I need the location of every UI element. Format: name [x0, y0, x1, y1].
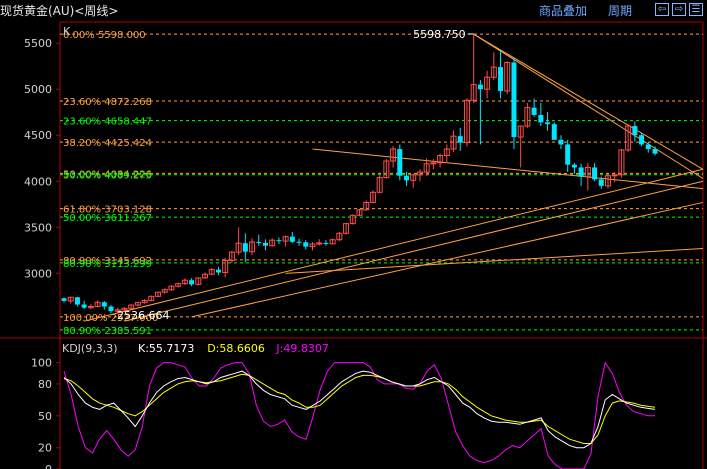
- high-price-label: 5598.750: [413, 28, 466, 41]
- candle-body: [276, 240, 282, 242]
- trendline: [285, 247, 704, 274]
- candle-body: [61, 298, 67, 301]
- candle-body: [652, 149, 658, 154]
- fib-level-label: 50.00% 3611.267: [63, 213, 152, 224]
- candle-body: [531, 107, 537, 115]
- candle-body: [256, 242, 262, 244]
- trendline: [312, 148, 704, 190]
- kdj-y-axis: 0 20 50 80 100: [31, 357, 60, 469]
- fib-level-label: 23.60% 4872.268: [63, 97, 152, 108]
- candle-body: [296, 241, 302, 243]
- chart-frame: [0, 21, 707, 469]
- chart-canvas[interactable]: 3000 3500 4000 4500 5000 5500 0.00% 5598.000 2…: [0, 0, 707, 469]
- candle-body: [108, 306, 114, 312]
- candle-body: [598, 179, 604, 186]
- candle-body: [323, 242, 329, 244]
- kdj-tick-label: 100: [31, 357, 52, 370]
- candle-body: [498, 67, 504, 92]
- candle-body: [74, 297, 80, 305]
- fib-level-label: 0.00% 5598.000: [63, 30, 146, 41]
- candle-body: [430, 162, 437, 165]
- candle-body: [611, 174, 618, 177]
- candle-body: [457, 136, 463, 143]
- candle-body: [565, 144, 571, 165]
- price-tick-label: 3500: [24, 221, 52, 234]
- kdj-line-d: [63, 373, 656, 444]
- candle-body: [578, 167, 584, 177]
- kdj-line-j: [63, 361, 655, 469]
- trendline: [473, 33, 704, 179]
- candle-body: [592, 167, 598, 180]
- candle-body: [189, 280, 195, 285]
- price-y-axis: 3000 3500 4000 4500 5000 5500: [24, 37, 60, 280]
- fib-level-label: 80.90% 2385.591: [63, 326, 152, 337]
- trendline: [84, 168, 704, 322]
- candle-body: [545, 122, 551, 125]
- price-tick-label: 5000: [24, 83, 52, 96]
- trendline: [124, 180, 704, 322]
- trendline: [473, 33, 704, 170]
- candle-body: [477, 84, 483, 90]
- kdj-legend-entry: K:55.7173: [138, 342, 194, 355]
- price-tick-label: 3000: [24, 267, 52, 280]
- candle-body: [639, 135, 645, 145]
- kdj-indicator: KDJ(9,3,3) K:55.7173 D:58.6606 J:49.8307: [62, 342, 656, 469]
- candle-body: [632, 126, 638, 136]
- price-tick-label: 4500: [24, 129, 52, 142]
- candle-body: [81, 304, 87, 308]
- price-tick-label: 4000: [24, 175, 52, 188]
- candle-body: [645, 144, 651, 150]
- kdj-legend-entry: J:49.8307: [275, 342, 328, 355]
- main-panel-label: K: [63, 25, 71, 38]
- candle-body: [397, 149, 403, 176]
- candle-body: [538, 114, 544, 123]
- candle-body: [215, 269, 221, 273]
- kdj-tick-label: 80: [38, 378, 52, 391]
- kdj-tick-label: 50: [38, 410, 52, 423]
- candle-body: [101, 302, 107, 307]
- fib-level-label: 50.00% 4069.275: [63, 171, 152, 182]
- price-tick-label: 5500: [24, 37, 52, 50]
- low-price-label: 2536.664: [117, 309, 169, 322]
- fib-level-label: 38.20% 4425.424: [63, 138, 152, 149]
- candle-body: [551, 124, 557, 140]
- candle-body: [242, 243, 248, 252]
- candle-body: [558, 139, 564, 145]
- candle-body: [303, 242, 309, 247]
- candle-body: [511, 62, 517, 138]
- kdj-label: KDJ(9,3,3): [62, 342, 118, 355]
- candle-body: [404, 175, 410, 181]
- candle-body: [262, 242, 268, 246]
- candle-body: [289, 236, 295, 242]
- kdj-tick-label: 20: [38, 442, 52, 455]
- kdj-line-k: [63, 370, 656, 449]
- kdj-legend-entry: D:58.6606: [207, 342, 265, 355]
- candle-body: [571, 164, 577, 168]
- fib-level-label: 23.60% 4658.447: [63, 117, 152, 128]
- kdj-tick-label: 0: [45, 463, 52, 469]
- fib-level-label: 80.90% 3113.299: [63, 259, 152, 270]
- fibonacci-levels: 0.00% 5598.000 23.60% 4872.268 23.60% 4658…: [60, 30, 703, 337]
